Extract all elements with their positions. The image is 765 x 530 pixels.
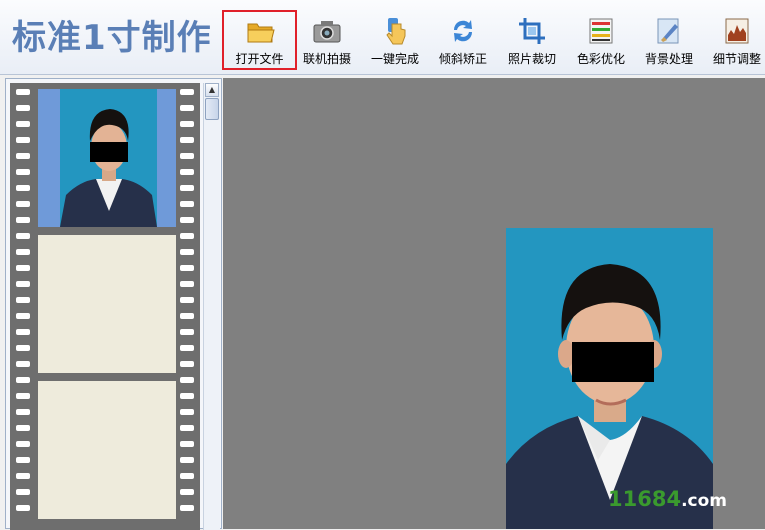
film-sprocket-hole — [16, 89, 30, 95]
color-sliders-icon — [589, 18, 613, 44]
film-strip — [10, 83, 200, 530]
open-file-label: 打开文件 — [235, 52, 284, 66]
film-sprocket-hole — [16, 137, 30, 143]
film-sprocket-hole — [16, 489, 30, 495]
film-sprockets-left — [16, 89, 30, 521]
film-sprocket-hole — [180, 313, 194, 319]
brush-icon — [657, 18, 679, 44]
thumbnail-frame-3[interactable] — [38, 381, 176, 519]
detail-adjust-button[interactable]: 细节调整 — [709, 12, 765, 70]
film-sprocket-hole — [180, 89, 194, 95]
film-sprocket-hole — [16, 249, 30, 255]
background-label: 背景处理 — [644, 52, 693, 66]
crop-label: 照片裁切 — [507, 52, 556, 66]
crop-icon — [519, 18, 545, 44]
film-sprocket-hole — [16, 345, 30, 351]
film-sprocket-hole — [180, 153, 194, 159]
site-watermark: 11684.com — [608, 487, 727, 511]
tilt-correct-button[interactable]: 倾斜矫正 — [435, 12, 491, 70]
preview-photo — [506, 228, 713, 529]
film-sprocket-hole — [16, 153, 30, 159]
folder-open-icon — [247, 23, 275, 43]
toolbar: 标准1寸制作 打开文件 联机拍摄 一键完成 倾斜矫正 照片裁切 色彩优化 背景处… — [0, 0, 765, 75]
tilt-correct-label: 倾斜矫正 — [438, 52, 487, 66]
detail-adjust-label: 细节调整 — [712, 52, 761, 66]
film-sprocket-hole — [16, 185, 30, 191]
scroll-thumb[interactable] — [205, 98, 219, 120]
film-sprocket-hole — [180, 281, 194, 287]
film-sprocket-hole — [180, 185, 194, 191]
film-sprocket-hole — [16, 473, 30, 479]
film-sprocket-hole — [180, 329, 194, 335]
film-sprocket-hole — [180, 345, 194, 351]
film-sprocket-hole — [16, 425, 30, 431]
film-sprocket-hole — [180, 105, 194, 111]
app-title: 标准1寸制作 — [12, 18, 212, 58]
film-sprocket-hole — [16, 409, 30, 415]
film-sprocket-hole — [16, 361, 30, 367]
film-sprocket-hole — [180, 377, 194, 383]
film-sprocket-hole — [180, 457, 194, 463]
film-sprocket-hole — [180, 249, 194, 255]
film-sprocket-hole — [180, 265, 194, 271]
film-sprockets-right — [180, 89, 194, 521]
film-sprocket-hole — [180, 473, 194, 479]
film-sprocket-hole — [180, 297, 194, 303]
film-sprocket-hole — [180, 361, 194, 367]
film-sprocket-hole — [180, 217, 194, 223]
one-click-button[interactable]: 一键完成 — [366, 12, 424, 70]
film-sprocket-hole — [16, 377, 30, 383]
color-optimize-button[interactable]: 色彩优化 — [573, 12, 629, 70]
film-sprocket-hole — [16, 105, 30, 111]
film-sprocket-hole — [16, 393, 30, 399]
film-sprocket-hole — [16, 121, 30, 127]
background-button[interactable]: 背景处理 — [641, 12, 697, 70]
thumbnail-frame-1[interactable] — [38, 89, 176, 227]
film-sprocket-hole — [180, 489, 194, 495]
film-sprocket-hole — [16, 169, 30, 175]
film-sprocket-hole — [16, 265, 30, 271]
film-sprocket-hole — [180, 505, 194, 511]
camera-capture-button[interactable]: 联机拍摄 — [300, 12, 354, 70]
color-optimize-label: 色彩优化 — [576, 52, 625, 66]
thumbnail-scrollbar[interactable]: ▲ — [203, 83, 220, 530]
film-sprocket-hole — [16, 505, 30, 511]
thumbnail-panel: ▲ — [5, 78, 222, 530]
thumbnail-photo — [60, 89, 157, 227]
film-sprocket-hole — [16, 281, 30, 287]
camera-capture-label: 联机拍摄 — [302, 52, 351, 66]
film-sprocket-hole — [16, 329, 30, 335]
watermark-brand: 11684 — [608, 487, 682, 511]
film-sprocket-hole — [180, 409, 194, 415]
film-sprocket-hole — [16, 457, 30, 463]
film-sprocket-hole — [180, 425, 194, 431]
camera-icon — [313, 21, 341, 43]
scroll-up-arrow-icon[interactable]: ▲ — [205, 83, 219, 97]
film-sprocket-hole — [180, 393, 194, 399]
film-sprocket-hole — [180, 169, 194, 175]
film-sprocket-hole — [180, 233, 194, 239]
histogram-icon — [725, 18, 749, 44]
film-sprocket-hole — [16, 233, 30, 239]
crop-button[interactable]: 照片裁切 — [504, 12, 560, 70]
film-sprocket-hole — [180, 137, 194, 143]
rotate-arrows-icon — [453, 20, 473, 42]
film-sprocket-hole — [16, 217, 30, 223]
thumbnail-frame-2[interactable] — [38, 235, 176, 373]
film-sprocket-hole — [16, 297, 30, 303]
film-sprocket-hole — [180, 441, 194, 447]
preview-canvas — [223, 78, 765, 529]
film-sprocket-hole — [16, 201, 30, 207]
open-file-button[interactable]: 打开文件 — [222, 10, 297, 70]
film-sprocket-hole — [16, 313, 30, 319]
one-click-label: 一键完成 — [370, 52, 419, 66]
hand-pointer-icon — [386, 18, 406, 45]
watermark-domain: .com — [681, 491, 727, 511]
film-sprocket-hole — [180, 201, 194, 207]
film-sprocket-hole — [16, 441, 30, 447]
film-sprocket-hole — [180, 121, 194, 127]
